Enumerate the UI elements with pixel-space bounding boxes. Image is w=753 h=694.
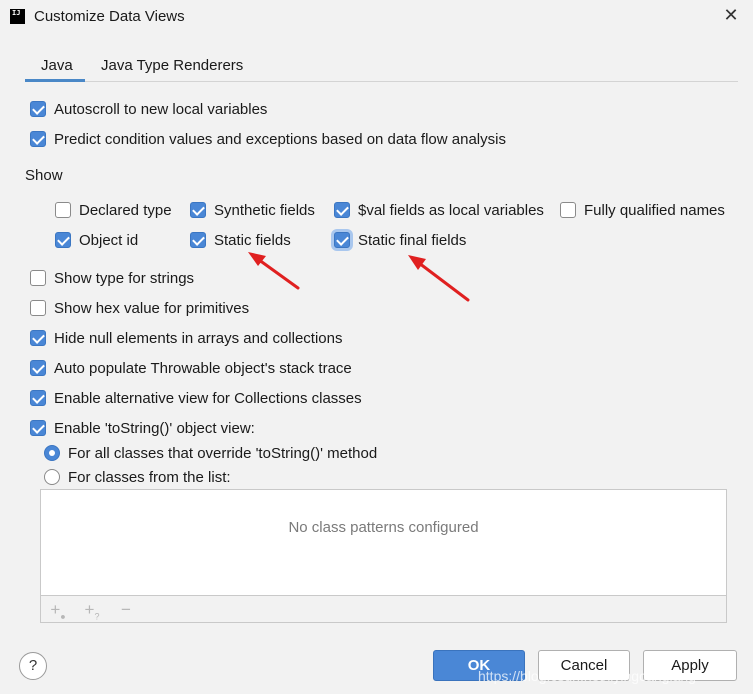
predict-conditions-checkbox[interactable] — [30, 131, 46, 147]
watermark: https://blog.csdn.net/liyingcanglang — [478, 668, 696, 684]
synthetic-fields-checkbox[interactable] — [190, 202, 206, 218]
classes-from-list-radio-label: For classes from the list: — [68, 469, 231, 486]
remove-icon[interactable]: − — [115, 600, 137, 620]
alternative-collections-view-checkbox[interactable] — [30, 390, 46, 406]
show-section-title: Show — [25, 167, 63, 184]
show-hex-value-checkbox[interactable] — [30, 300, 46, 316]
show-hex-value-label: Show hex value for primitives — [54, 300, 250, 317]
all-classes-radio[interactable] — [44, 445, 60, 461]
predict-conditions-label: Predict condition values and exceptions … — [54, 131, 506, 148]
static-fields-checkbox[interactable] — [190, 232, 206, 248]
empty-list-text: No class patterns configured — [288, 519, 479, 536]
enable-tostring-view-checkbox[interactable] — [30, 420, 46, 436]
intellij-app-icon: IJ — [10, 9, 25, 24]
fully-qualified-names-label: Fully qualified names — [584, 202, 725, 219]
classes-from-list-radio[interactable] — [44, 469, 60, 485]
fully-qualified-names-checkbox[interactable] — [560, 202, 576, 218]
declared-type-label: Declared type — [79, 202, 172, 219]
show-type-for-strings-label: Show type for strings — [54, 270, 195, 287]
annotation-arrow-static-fields — [253, 255, 300, 290]
alternative-collections-view-label: Enable alternative view for Collections … — [54, 390, 362, 407]
enable-tostring-view-label: Enable 'toString()' object view: — [54, 420, 255, 437]
add-class-icon[interactable]: +● — [47, 600, 69, 621]
auto-populate-stack-trace-checkbox[interactable] — [30, 360, 46, 376]
annotation-arrowhead-static-fields — [248, 252, 266, 266]
static-final-fields-label: Static final fields — [358, 232, 467, 249]
autoscroll-checkbox[interactable] — [30, 101, 46, 117]
declared-type-checkbox[interactable] — [55, 202, 71, 218]
help-button[interactable]: ? — [19, 652, 47, 680]
title-bar: IJ Customize Data Views ✕ — [0, 0, 753, 34]
tab-java[interactable]: Java — [41, 57, 73, 74]
class-patterns-list[interactable] — [40, 489, 727, 595]
object-id-label: Object id — [79, 232, 139, 249]
add-pattern-icon[interactable]: +? — [81, 600, 103, 621]
tab-divider — [25, 81, 738, 82]
synthetic-fields-label: Synthetic fields — [214, 202, 315, 219]
static-final-fields-checkbox[interactable] — [334, 232, 350, 248]
hide-null-elements-label: Hide null elements in arrays and collect… — [54, 330, 343, 347]
tab-java-type-renderers[interactable]: Java Type Renderers — [101, 57, 243, 74]
val-fields-label: $val fields as local variables — [358, 202, 544, 219]
close-icon[interactable]: ✕ — [719, 4, 743, 28]
list-toolbar — [40, 595, 727, 623]
auto-populate-stack-trace-label: Auto populate Throwable object's stack t… — [54, 360, 352, 377]
dialog-title: Customize Data Views — [34, 8, 185, 25]
object-id-checkbox[interactable] — [55, 232, 71, 248]
all-classes-radio-label: For all classes that override 'toString(… — [68, 445, 378, 462]
autoscroll-label: Autoscroll to new local variables — [54, 101, 268, 118]
show-type-for-strings-checkbox[interactable] — [30, 270, 46, 286]
static-fields-label: Static fields — [214, 232, 291, 249]
annotation-arrowhead-static-final-fields — [408, 255, 426, 270]
selected-tab-indicator — [25, 79, 85, 82]
hide-null-elements-checkbox[interactable] — [30, 330, 46, 346]
val-fields-checkbox[interactable] — [334, 202, 350, 218]
annotation-arrow-static-final-fields — [413, 258, 470, 302]
